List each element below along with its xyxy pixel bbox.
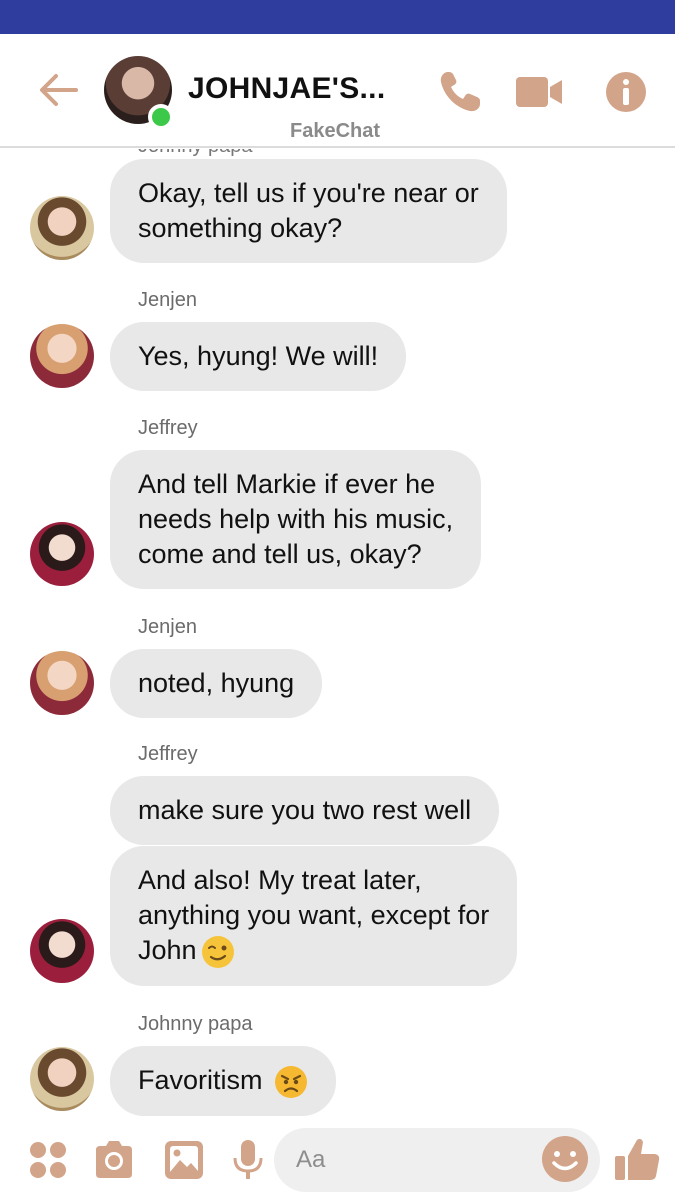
info-button[interactable] xyxy=(602,68,650,116)
phone-icon xyxy=(440,72,480,112)
back-button[interactable] xyxy=(36,68,80,112)
sender-name: Jenjen xyxy=(138,289,197,311)
like-button[interactable] xyxy=(612,1134,662,1184)
apps-button[interactable] xyxy=(26,1138,70,1182)
message-bubble[interactable]: make sure you two rest well xyxy=(110,776,500,845)
avatar-johnny[interactable] xyxy=(30,1047,94,1111)
camera-button[interactable] xyxy=(92,1138,136,1182)
message-bubble[interactable]: Yes, hyung! We will! xyxy=(110,322,407,391)
app-watermark: FakeChat xyxy=(290,120,381,142)
message-list[interactable]: Johnny papa Okay, tell us if you're near… xyxy=(0,149,675,1119)
status-bar xyxy=(0,0,675,34)
call-button[interactable] xyxy=(436,68,484,116)
message-composer xyxy=(0,1120,675,1200)
apps-icon xyxy=(30,1142,66,1178)
message-bubble[interactable]: Okay, tell us if you're near or somethin… xyxy=(110,159,507,263)
message-bubble-with-emoji[interactable]: Favoritism xyxy=(110,1046,337,1116)
sender-name: Jeffrey xyxy=(138,743,198,765)
emoji-button[interactable] xyxy=(540,1134,590,1184)
info-icon xyxy=(606,72,646,112)
message-bubble[interactable]: noted, hyung xyxy=(110,649,323,718)
avatar-jenjen[interactable] xyxy=(30,324,94,388)
smiley-icon xyxy=(542,1136,588,1182)
video-call-button[interactable] xyxy=(514,68,562,116)
microphone-icon xyxy=(233,1140,263,1179)
sender-name: Johnny papa xyxy=(138,1013,253,1035)
sender-name-cut-off: Johnny papa xyxy=(138,149,253,158)
message-bubble-with-emoji[interactable]: And also! My treat later, anything you w… xyxy=(110,846,518,986)
video-camera-icon xyxy=(516,77,562,107)
avatar-jeffrey[interactable] xyxy=(30,919,94,983)
avatar-jenjen[interactable] xyxy=(30,651,94,715)
back-arrow-icon xyxy=(40,74,78,106)
chat-header: JOHNJAE'S... FakeChat xyxy=(0,34,675,148)
avatar-jeffrey[interactable] xyxy=(30,522,94,586)
angry-face-emoji-icon xyxy=(275,1065,308,1098)
message-bubble[interactable]: And tell Markie if ever he needs help wi… xyxy=(110,450,482,589)
sender-name: Jenjen xyxy=(138,616,197,638)
winking-face-emoji-icon xyxy=(201,935,234,968)
online-status-indicator xyxy=(148,104,174,130)
thumbs-up-icon xyxy=(615,1138,660,1180)
image-icon xyxy=(165,1141,203,1179)
message-text: And also! My treat later, anything you w… xyxy=(138,865,490,965)
avatar-johnny[interactable] xyxy=(30,196,94,260)
gallery-button[interactable] xyxy=(162,1138,206,1182)
message-text: Favoritism xyxy=(138,1065,263,1095)
camera-icon xyxy=(96,1141,132,1178)
sender-name: Jeffrey xyxy=(138,417,198,439)
chat-title[interactable]: JOHNJAE'S... xyxy=(188,72,385,106)
voice-button[interactable] xyxy=(226,1138,270,1182)
